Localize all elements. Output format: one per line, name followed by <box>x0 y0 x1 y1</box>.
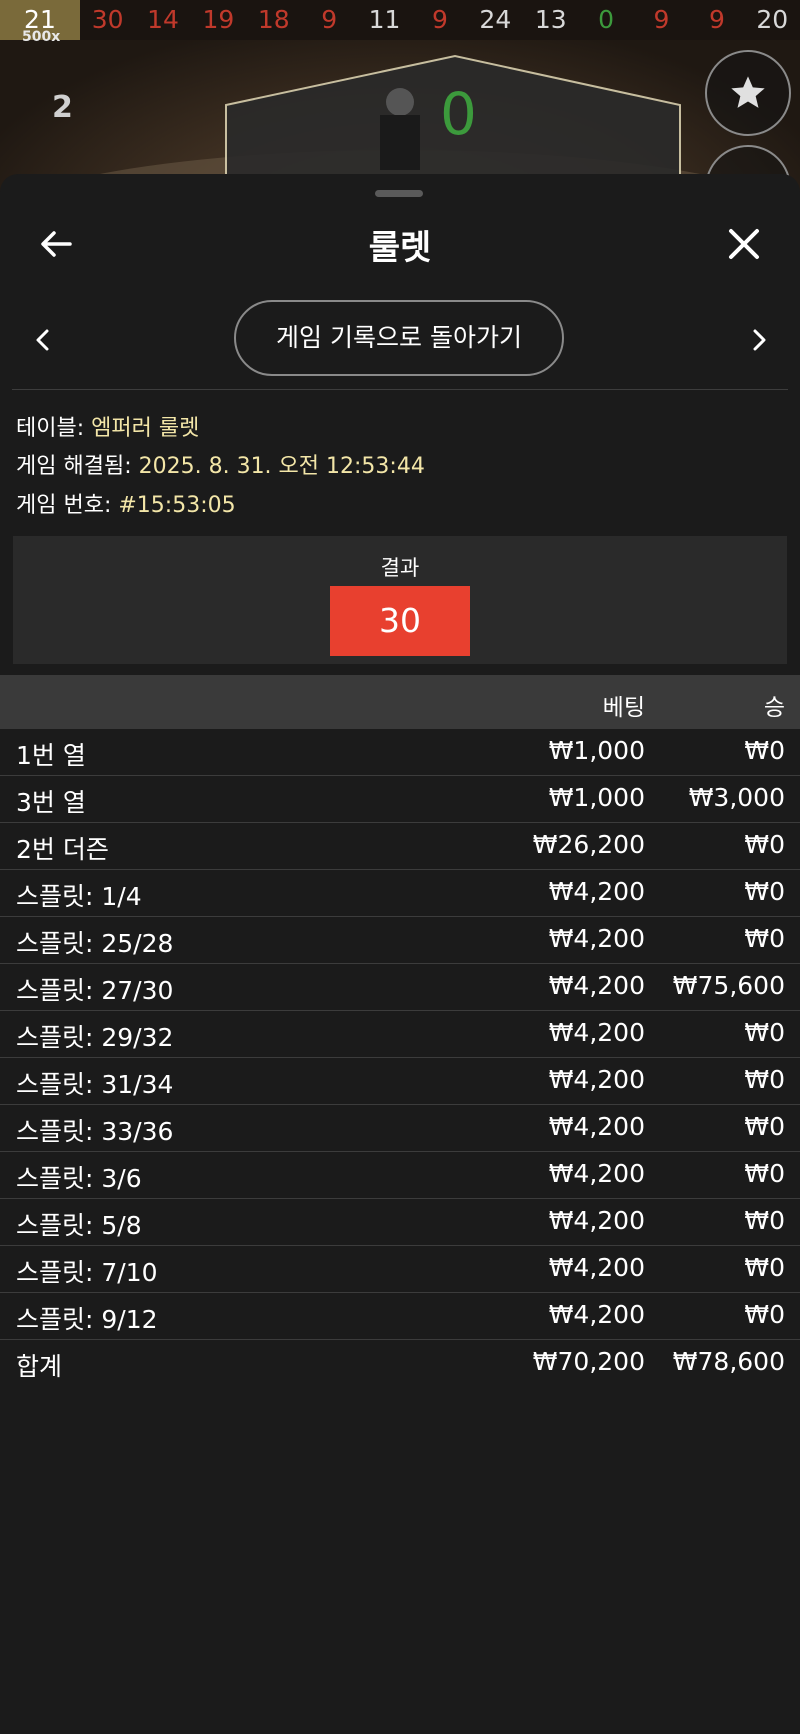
back-to-history-button[interactable]: 게임 기록으로 돌아가기 <box>234 300 564 376</box>
bet-row-bet: ₩4,200 <box>548 1018 645 1047</box>
bet-column-header: 베팅 <box>602 695 645 721</box>
total-label: 합계 <box>16 1352 63 1381</box>
game-area: 21 30 14 19 18 9 11 9 24 13 0 9 9 20 500x 2 0 <box>0 0 800 200</box>
bet-row-win: ₩0 <box>744 736 785 765</box>
table-row: 스플릿: 31/34 ₩4,200 ₩0 <box>0 1058 800 1105</box>
result-value: 30 <box>330 586 470 656</box>
previous-game-button[interactable] <box>28 322 58 358</box>
bet-row-bet: ₩4,200 <box>548 971 645 1000</box>
drag-handle[interactable] <box>375 190 423 197</box>
bet-row-win: ₩0 <box>744 1206 785 1235</box>
bet-row-win: ₩0 <box>744 1253 785 1282</box>
bet-row-bet: ₩4,200 <box>548 1112 645 1141</box>
bet-row-bet: ₩1,000 <box>548 783 645 812</box>
bet-row-win: ₩0 <box>744 1018 785 1047</box>
bet-row-name: 스플릿: 9/12 <box>16 1305 158 1334</box>
result-box: 결과 30 <box>13 536 787 664</box>
table-row: 스플릿: 27/30 ₩4,200 ₩75,600 <box>0 964 800 1011</box>
table-row: 3번 열 ₩1,000 ₩3,000 <box>0 776 800 823</box>
bet-row-win: ₩0 <box>744 1065 785 1094</box>
total-win: ₩78,600 <box>672 1347 785 1376</box>
info-table: 테이블: 엠퍼러 룰렛 <box>16 410 199 442</box>
total-row: 합계 ₩70,200 ₩78,600 <box>0 1340 800 1386</box>
bet-row-name: 스플릿: 33/36 <box>16 1117 174 1146</box>
info-resolved-value: 2025. 8. 31. 오전 12:53:44 <box>138 454 425 479</box>
bet-row-bet: ₩4,200 <box>548 1300 645 1329</box>
bet-row-win: ₩0 <box>744 830 785 859</box>
bet-row-name: 스플릿: 25/28 <box>16 929 174 958</box>
result-preview: 0 <box>440 80 477 148</box>
panel-title: 룰렛 <box>368 228 432 268</box>
bet-row-win: ₩0 <box>744 1300 785 1329</box>
bet-row-name: 2번 더즌 <box>16 835 109 864</box>
bet-row-name: 스플릿: 3/6 <box>16 1164 142 1193</box>
bets-table: 베팅 승 1번 열 ₩1,000 ₩0 3번 열 ₩1,000 ₩3,000 2번 더즌 ₩2… <box>0 675 800 1386</box>
bet-row-bet: ₩1,000 <box>548 736 645 765</box>
close-icon <box>729 229 759 259</box>
chevron-left-icon <box>36 329 49 351</box>
star-icon <box>731 76 765 108</box>
bets-table-header: 베팅 승 <box>0 675 800 729</box>
bet-row-win: ₩0 <box>744 877 785 906</box>
game-detail-panel: 룰렛 게임 기록으로 돌아가기 테이블: 엠퍼러 룰렛 게임 해결됨: 2025… <box>0 174 800 1734</box>
table-outline <box>10 54 790 200</box>
next-game-button[interactable] <box>744 322 774 358</box>
info-table-label: 테이블: <box>16 416 85 441</box>
info-game-number: 게임 번호: #15:53:05 <box>16 487 236 519</box>
divider <box>12 389 788 390</box>
panel-header: 룰렛 <box>0 204 800 284</box>
bet-row-bet: ₩26,200 <box>532 830 645 859</box>
table-row: 1번 열 ₩1,000 ₩0 <box>0 729 800 776</box>
win-column-header: 승 <box>763 695 785 721</box>
bet-row-win: ₩0 <box>744 1159 785 1188</box>
bet-row-win: ₩0 <box>744 924 785 953</box>
bet-row-bet: ₩4,200 <box>548 1065 645 1094</box>
bet-row-name: 스플릿: 1/4 <box>16 882 142 911</box>
bet-row-bet: ₩4,200 <box>548 924 645 953</box>
table-row: 스플릿: 7/10 ₩4,200 ₩0 <box>0 1246 800 1293</box>
bet-row-win: ₩75,600 <box>672 971 785 1000</box>
bet-row-bet: ₩4,200 <box>548 877 645 906</box>
bets-table-body: 1번 열 ₩1,000 ₩0 3번 열 ₩1,000 ₩3,000 2번 더즌 ₩26,200… <box>0 729 800 1340</box>
table-row: 2번 더즌 ₩26,200 ₩0 <box>0 823 800 870</box>
bet-row-bet: ₩4,200 <box>548 1159 645 1188</box>
favorite-button[interactable] <box>705 50 791 136</box>
info-table-value: 엠퍼러 룰렛 <box>91 416 200 441</box>
info-number-label: 게임 번호: <box>16 493 112 518</box>
result-label: 결과 <box>380 556 420 580</box>
table-row: 스플릿: 9/12 ₩4,200 ₩0 <box>0 1293 800 1340</box>
table-row: 스플릿: 33/36 ₩4,200 ₩0 <box>0 1105 800 1152</box>
bet-row-name: 스플릿: 5/8 <box>16 1211 142 1240</box>
table-row: 스플릿: 3/6 ₩4,200 ₩0 <box>0 1152 800 1199</box>
bet-row-win: ₩0 <box>744 1112 785 1141</box>
info-resolved: 게임 해결됨: 2025. 8. 31. 오전 12:53:44 <box>16 448 425 480</box>
bet-row-bet: ₩4,200 <box>548 1253 645 1282</box>
table-row: 스플릿: 29/32 ₩4,200 ₩0 <box>0 1011 800 1058</box>
bet-row-bet: ₩4,200 <box>548 1206 645 1235</box>
bet-row-name: 스플릿: 29/32 <box>16 1023 174 1052</box>
bet-row-name: 1번 열 <box>16 741 86 770</box>
bet-row-name: 3번 열 <box>16 788 86 817</box>
navigation-row: 게임 기록으로 돌아가기 <box>0 300 800 380</box>
bet-row-win: ₩3,000 <box>688 783 785 812</box>
bet-row-name: 스플릿: 7/10 <box>16 1258 158 1287</box>
info-number-value: #15:53:05 <box>118 493 236 518</box>
table-row: 스플릿: 1/4 ₩4,200 ₩0 <box>0 870 800 917</box>
info-resolved-label: 게임 해결됨: <box>16 454 132 479</box>
close-button[interactable] <box>722 222 766 266</box>
table-row: 스플릿: 5/8 ₩4,200 ₩0 <box>0 1199 800 1246</box>
table-row: 스플릿: 25/28 ₩4,200 ₩0 <box>0 917 800 964</box>
chevron-right-icon <box>753 329 766 351</box>
total-bet: ₩70,200 <box>532 1347 645 1376</box>
bet-row-name: 스플릿: 31/34 <box>16 1070 174 1099</box>
bet-row-name: 스플릿: 27/30 <box>16 976 174 1005</box>
